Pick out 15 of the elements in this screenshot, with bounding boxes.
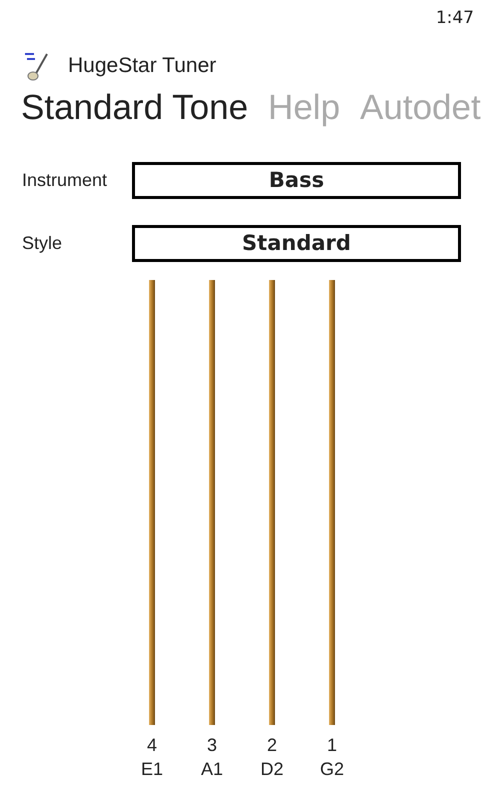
status-time: 1:47: [436, 7, 474, 30]
string-number: 1: [326, 734, 337, 756]
string-number: 2: [266, 734, 277, 756]
string-note: D2: [260, 758, 284, 780]
picker-button[interactable]: Standard: [132, 224, 461, 262]
string-number: 3: [206, 734, 217, 756]
field-label: Style: [22, 232, 64, 255]
picker-button[interactable]: Bass: [132, 162, 461, 198]
string-note: G2: [320, 758, 344, 780]
string-number: 4: [146, 734, 157, 756]
pivot-tab[interactable]: Standard Tone: [21, 86, 248, 130]
string-note: A1: [200, 758, 224, 780]
string-note: E1: [140, 758, 164, 780]
field-label: Instrument: [22, 168, 108, 192]
app-title: HugeStar Tuner: [68, 53, 216, 79]
